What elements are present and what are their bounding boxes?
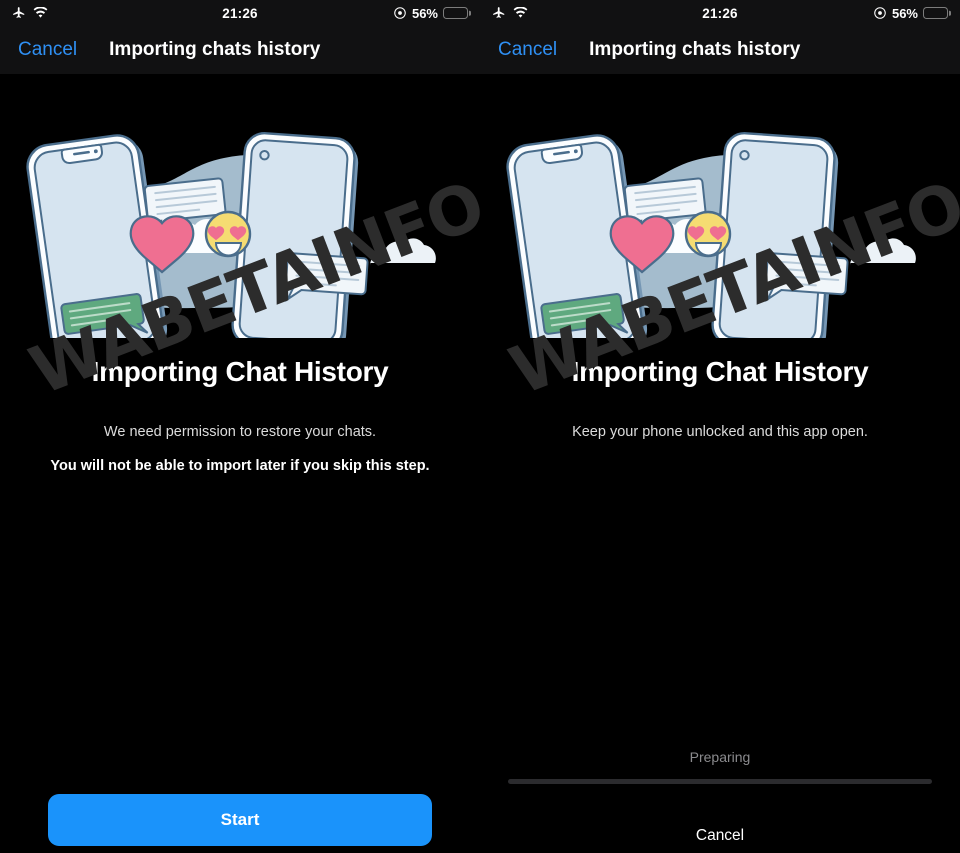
screen-progress: 21:26 56% Cancel Importing chats history… — [480, 0, 960, 853]
battery-icon — [443, 6, 468, 20]
cancel-import-button[interactable]: Cancel — [480, 827, 960, 845]
do-not-disturb-icon — [393, 6, 407, 20]
status-bar-right: 56% — [738, 6, 948, 21]
navigation-bar: Cancel Importing chats history — [480, 26, 960, 74]
status-bar: 21:26 56% — [480, 0, 960, 26]
heart-eyes-emoji — [684, 210, 732, 258]
progress-bar — [508, 779, 932, 784]
import-progress-section: Preparing Cancel — [480, 727, 960, 853]
status-bar-clock: 21:26 — [702, 5, 738, 21]
chat-history-illustration — [480, 88, 960, 338]
screen-content: WABETAINFO — [0, 88, 480, 853]
start-button[interactable]: Start — [48, 794, 432, 846]
heart-eyes-emoji — [204, 210, 252, 258]
screen-title: Importing Chat History — [91, 356, 389, 387]
screen-content: WABETAINFO — [480, 88, 960, 853]
screen-title: Importing Chat History — [571, 356, 869, 387]
screen-subtitle: We need permission to restore your chats… — [103, 424, 377, 440]
screen-permission: 21:26 56% Cancel Importing chats history… — [0, 0, 480, 853]
battery-percent-label: 56% — [891, 5, 918, 21]
screen-subtitle: Keep your phone unlocked and this app op… — [572, 424, 868, 440]
wifi-icon — [33, 7, 48, 19]
nav-cancel-button[interactable]: Cancel — [498, 39, 557, 61]
battery-percent-label: 56% — [411, 5, 438, 21]
screenshot-comparison: 21:26 56% Cancel Importing chats history… — [0, 0, 960, 853]
nav-cancel-button[interactable]: Cancel — [18, 39, 77, 61]
status-bar-clock: 21:26 — [222, 5, 258, 21]
navigation-bar: Cancel Importing chats history — [0, 26, 480, 74]
status-bar-left — [12, 6, 222, 20]
progress-status-label: Preparing — [689, 749, 751, 765]
page-title: Importing chats history — [589, 39, 801, 60]
status-bar-right: 56% — [258, 6, 468, 21]
airplane-mode-icon — [492, 6, 506, 20]
status-bar-left — [492, 6, 702, 20]
battery-icon — [923, 6, 948, 20]
do-not-disturb-icon — [873, 6, 887, 20]
page-title: Importing chats history — [109, 39, 321, 60]
wifi-icon — [513, 7, 528, 19]
screen-warning-text: You will not be able to import later if … — [50, 458, 430, 474]
status-bar: 21:26 56% — [0, 0, 480, 26]
airplane-mode-icon — [12, 6, 26, 20]
chat-history-illustration — [0, 88, 480, 338]
